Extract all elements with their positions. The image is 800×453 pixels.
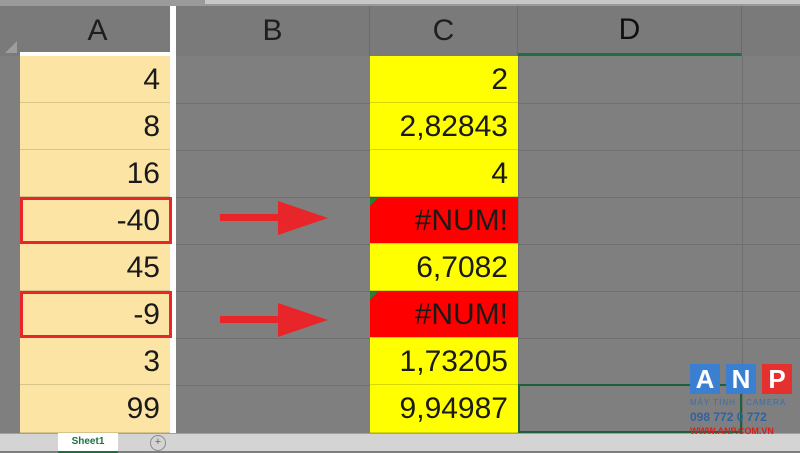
gridline — [176, 385, 370, 386]
cell-c3[interactable]: 4 — [370, 150, 518, 197]
logo-tagline: MÁY TÍNH - CAMERA — [690, 398, 787, 407]
error-indicator-icon[interactable] — [370, 198, 378, 206]
error-indicator-icon[interactable] — [370, 292, 378, 300]
cell-c8[interactable]: 9,94987 — [370, 385, 518, 433]
cell-a1[interactable]: 4 — [20, 56, 170, 103]
logo-letter-a: A — [690, 364, 720, 394]
cell-a3[interactable]: 16 — [20, 150, 170, 197]
highlight-box-a4 — [20, 197, 172, 244]
cell-c6[interactable]: #NUM! — [370, 291, 518, 338]
formula-bar-edge — [205, 0, 800, 4]
logo-phone: 098 772 0 772 — [690, 410, 767, 424]
column-header-a[interactable]: A — [20, 6, 176, 56]
gridline — [176, 291, 370, 292]
right-arrow-icon — [220, 201, 328, 235]
cell-a2[interactable]: 8 — [20, 103, 170, 150]
anp-logo: A N P MÁY TÍNH - CAMERA 098 772 0 772 WW… — [688, 362, 800, 446]
cell-a7[interactable]: 3 — [20, 338, 170, 385]
column-header-b[interactable]: B — [176, 6, 370, 56]
add-sheet-icon[interactable]: + — [150, 435, 166, 451]
highlight-box-a6 — [20, 291, 172, 338]
gridline — [518, 338, 800, 339]
gridline — [176, 103, 370, 104]
gridline — [176, 150, 370, 151]
gridline — [176, 197, 370, 198]
cell-c1[interactable]: 2 — [370, 56, 518, 103]
cell-a5[interactable]: 45 — [20, 244, 170, 291]
right-arrow-icon — [220, 303, 328, 337]
column-header-c[interactable]: C — [370, 6, 518, 56]
cell-c2[interactable]: 2,82843 — [370, 103, 518, 150]
column-header-e[interactable] — [742, 6, 800, 56]
gridline — [176, 244, 370, 245]
column-a-border — [20, 52, 176, 56]
select-all-corner[interactable] — [0, 6, 20, 56]
cell-c5[interactable]: 6,7082 — [370, 244, 518, 291]
gridline — [518, 103, 800, 104]
gridline — [518, 244, 800, 245]
logo-url: WWW.ANP.COM.VN — [690, 426, 774, 436]
cell-c7[interactable]: 1,73205 — [370, 338, 518, 385]
gridline — [518, 291, 800, 292]
column-header-d[interactable]: D — [518, 6, 742, 56]
gridline — [518, 197, 800, 198]
cell-c4[interactable]: #NUM! — [370, 197, 518, 244]
cell-a8[interactable]: 99 — [20, 385, 170, 433]
logo-letter-p: P — [762, 364, 792, 394]
sheet-tab-bar: Sheet1 + — [0, 433, 800, 453]
select-all-triangle-icon — [5, 41, 17, 53]
gridline — [518, 150, 800, 151]
sheet-tab-sheet1[interactable]: Sheet1 — [58, 433, 118, 453]
logo-letter-n: N — [726, 364, 756, 394]
